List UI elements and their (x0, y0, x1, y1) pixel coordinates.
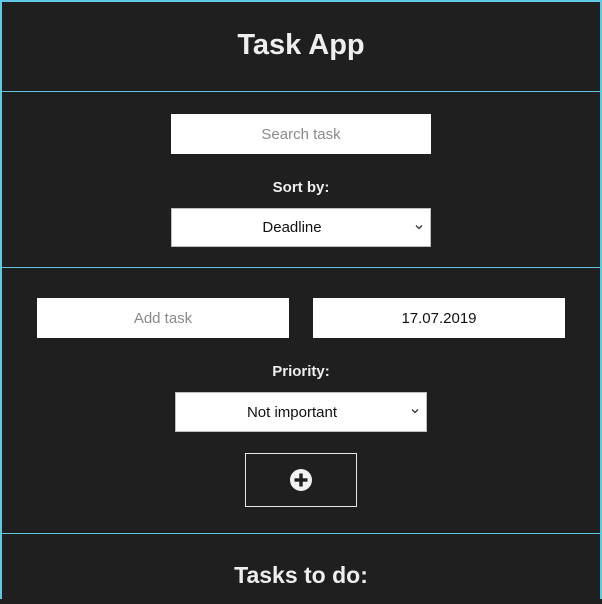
priority-label: Priority: (272, 363, 330, 380)
priority-select[interactable]: Not important (175, 392, 427, 432)
search-section: Sort by: Deadline (2, 92, 600, 268)
tasks-to-do-title: Tasks to do: (234, 562, 368, 588)
task-app: Task App Sort by: Deadline Priority: Not… (0, 0, 602, 599)
sort-by-selected-value: Deadline (262, 219, 322, 236)
add-task-input[interactable] (37, 298, 289, 338)
tasks-to-do-section: Tasks to do: (2, 534, 600, 604)
priority-selected-value: Not important (246, 403, 338, 421)
search-input[interactable] (171, 114, 431, 154)
app-title: Task App (237, 29, 365, 61)
app-header: Task App (2, 2, 600, 92)
deadline-date-input[interactable] (313, 298, 565, 338)
add-task-button[interactable] (245, 453, 357, 507)
sort-by-label: Sort by: (272, 179, 330, 196)
add-task-section: Priority: Not important (2, 268, 600, 534)
sort-by-select[interactable]: Deadline (171, 208, 431, 247)
chevron-down-icon (415, 224, 423, 229)
chevron-down-icon (411, 409, 419, 414)
plus-circle-icon (290, 469, 312, 491)
